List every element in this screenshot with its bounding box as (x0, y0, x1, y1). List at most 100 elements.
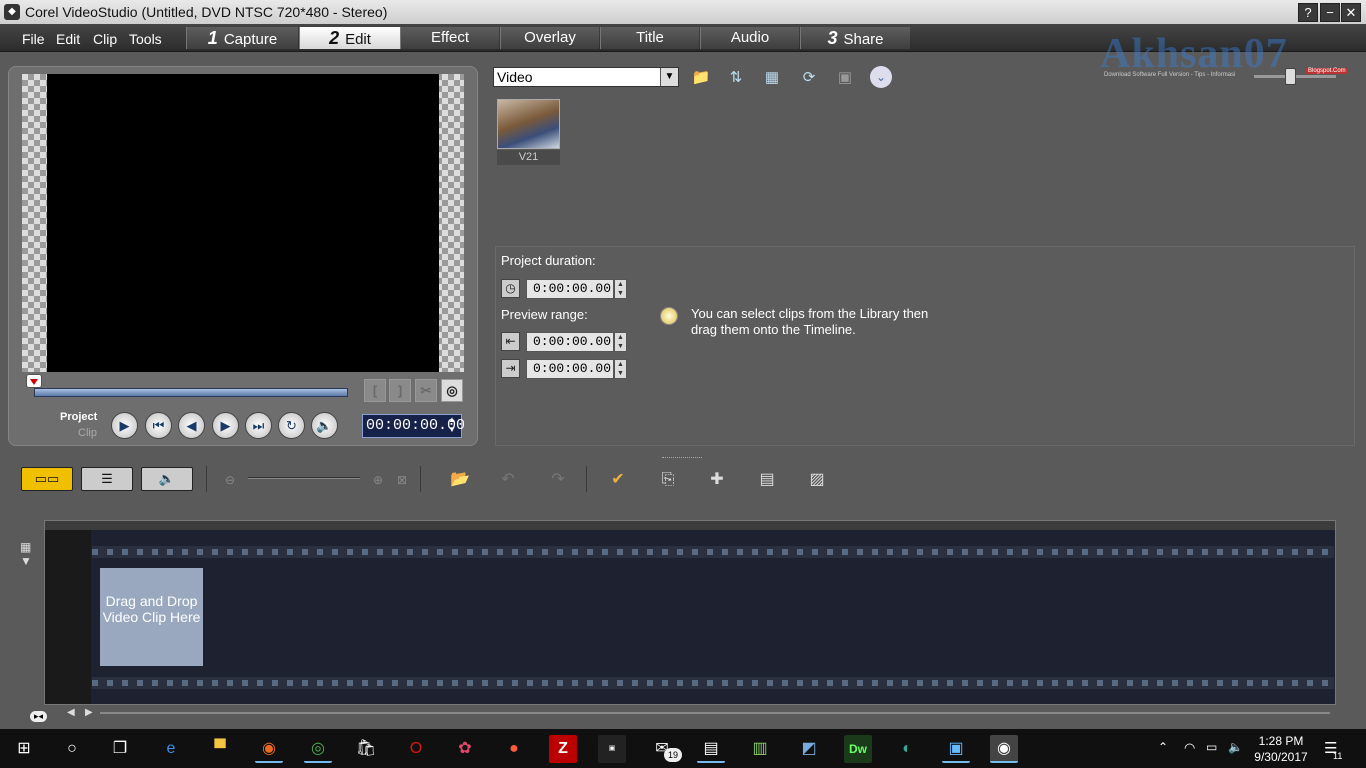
chapter-point-icon[interactable]: ▨ (803, 468, 831, 492)
firefox-icon[interactable]: ◉ (255, 735, 283, 763)
audio-view-icon[interactable]: 🔈 (141, 467, 193, 491)
chevron-down-icon: ▼ (660, 68, 678, 86)
step-label: Share (843, 31, 884, 48)
step-capture[interactable]: 1 Capture (186, 27, 298, 49)
preview-screen (47, 74, 439, 372)
add-tracks-icon[interactable]: ✚ (703, 468, 731, 492)
range-end-spin-icon[interactable]: ▲ ▼ (614, 359, 627, 379)
timeline-zoom-slider[interactable] (248, 477, 360, 479)
media-app-icon[interactable]: ● (500, 735, 528, 763)
expand-more-icon[interactable]: ⌄ (870, 66, 892, 88)
drop-zone[interactable]: Drag and Drop Video Clip Here (100, 568, 203, 666)
smart-proxy-icon[interactable]: ✔ (604, 468, 632, 492)
cut-clip-icon[interactable]: ✂ (415, 379, 437, 402)
batch-convert-icon[interactable]: ⎘ (654, 468, 682, 492)
redo-icon[interactable]: ↷ (544, 468, 572, 492)
dreamweaver-icon[interactable]: Dw (844, 735, 872, 763)
speaker-icon[interactable]: 🔈 (1228, 740, 1243, 754)
close-button[interactable]: ✕ (1341, 3, 1361, 22)
opera-icon[interactable]: O (402, 735, 430, 763)
system-clock[interactable]: 1:28 PM 9/30/2017 (1252, 733, 1310, 765)
refresh-library-icon[interactable]: ⟳ (797, 66, 821, 90)
step-audio[interactable]: Audio (700, 27, 799, 49)
step-overlay[interactable]: Overlay (500, 27, 599, 49)
control-panel-icon[interactable]: ▣ (942, 735, 970, 763)
library-category-select[interactable]: Video ▼ (493, 67, 679, 87)
track-manager-icon[interactable]: ▤ (753, 468, 781, 492)
scrubber-handle-icon[interactable] (26, 374, 42, 388)
help-button[interactable]: ? (1298, 3, 1318, 22)
filezilla-icon[interactable]: Z (549, 735, 577, 763)
range-start-field[interactable]: 0:00:00.00 (526, 332, 614, 352)
previous-frame-icon[interactable]: ◀ (178, 412, 205, 439)
go-to-end-icon[interactable]: ⏭ (245, 412, 272, 439)
menu-clip[interactable]: Clip (93, 31, 117, 47)
videostudio-taskbar-icon[interactable]: ◉ (990, 735, 1018, 763)
windows-start-icon[interactable]: ⊞ (10, 735, 38, 763)
library-options-icon[interactable]: ▣ (833, 66, 857, 90)
editor-app-icon[interactable]: ▥ (746, 735, 774, 763)
menu-file[interactable]: File (22, 31, 45, 47)
chevron-up-icon[interactable]: ⌃ (1158, 740, 1168, 754)
fit-project-icon[interactable]: ⊠ (388, 468, 416, 492)
go-to-start-icon[interactable]: ⏮ (145, 412, 172, 439)
undo-icon[interactable]: ↶ (494, 468, 522, 492)
notes-app-icon[interactable]: ◩ (795, 735, 823, 763)
network-app-icon[interactable]: ◐ (893, 735, 921, 763)
timeline-view-icon[interactable]: ☰ (81, 467, 133, 491)
timeline-scrollbar[interactable] (100, 712, 1330, 714)
scroll-left-icon[interactable]: ◀ (67, 707, 75, 718)
store-icon[interactable]: 🛍 (352, 735, 380, 763)
snapshot-icon[interactable]: ◎ (441, 379, 463, 402)
player-timecode[interactable]: 00:00:00.00 (362, 414, 465, 438)
toolbar-divider (420, 466, 421, 492)
step-effect[interactable]: Effect (400, 27, 499, 49)
task-view-icon[interactable]: ❐ (106, 735, 134, 763)
gopro-app-icon[interactable]: ▣ (598, 735, 626, 763)
thumbnail-size-slider-handle[interactable] (1285, 68, 1296, 85)
search-icon[interactable]: ○ (58, 735, 86, 763)
import-folder-icon[interactable]: 📁 (689, 66, 713, 90)
mark-out-button[interactable]: ] (389, 379, 411, 402)
paint-app-icon[interactable]: ✿ (451, 735, 479, 763)
range-end-field[interactable]: 0:00:00.00 (526, 359, 614, 379)
presentation-app-icon[interactable]: ▤ (697, 735, 725, 763)
clip-mode-label[interactable]: Clip (78, 427, 97, 439)
track-options-icon[interactable]: ▦ ▼ (20, 540, 42, 568)
playback-scrubber[interactable] (34, 388, 348, 397)
project-duration-field[interactable]: 0:00:00.00 (526, 279, 614, 299)
zoom-out-icon[interactable]: ⊖ (216, 468, 244, 492)
video-clip-label[interactable]: V21 (497, 150, 560, 165)
next-frame-icon[interactable]: ▶ (212, 412, 239, 439)
timeline-options-icon[interactable]: ▸◂ (30, 711, 48, 722)
sort-icon[interactable]: ⇅ (724, 66, 748, 90)
edge-browser-icon[interactable]: e (157, 735, 185, 763)
wifi-icon[interactable]: ◠ (1184, 740, 1195, 756)
timecode-spin-icon[interactable]: ▲ ▼ (448, 415, 456, 435)
chrome-icon[interactable]: ◎ (304, 735, 332, 763)
step-share[interactable]: 3 Share (800, 27, 910, 49)
menu-tools[interactable]: Tools (129, 31, 162, 47)
step-edit[interactable]: 2 Edit (299, 27, 400, 49)
mail-count-badge: 19 (664, 748, 682, 762)
library-manager-icon[interactable]: ▦ (760, 66, 784, 90)
insert-media-icon[interactable]: 📂 (446, 468, 474, 492)
project-mode-label[interactable]: Project (60, 411, 97, 423)
video-clip-thumbnail[interactable] (497, 99, 560, 149)
title-bar: ◆ Corel VideoStudio (Untitled, DVD NTSC … (0, 0, 1366, 24)
panel-resize-grip[interactable] (662, 457, 702, 460)
range-start-spin-icon[interactable]: ▲ ▼ (614, 332, 627, 352)
volume-icon[interactable]: 🔈 (311, 412, 338, 439)
mark-in-button[interactable]: [ (364, 379, 386, 402)
duration-spin-icon[interactable]: ▲ ▼ (614, 279, 627, 299)
file-explorer-icon[interactable]: ▀ (206, 735, 234, 763)
step-title[interactable]: Title (600, 27, 699, 49)
play-icon[interactable]: ▶ (111, 412, 138, 439)
repeat-icon[interactable]: ↻ (278, 412, 305, 439)
timeline-ruler (45, 521, 1335, 530)
scroll-right-icon[interactable]: ▶ (85, 707, 93, 718)
battery-icon[interactable]: ▭ (1206, 740, 1217, 754)
menu-edit[interactable]: Edit (56, 31, 80, 47)
storyboard-view-icon[interactable]: ▭▭ (21, 467, 73, 491)
minimize-button[interactable]: − (1320, 3, 1340, 22)
